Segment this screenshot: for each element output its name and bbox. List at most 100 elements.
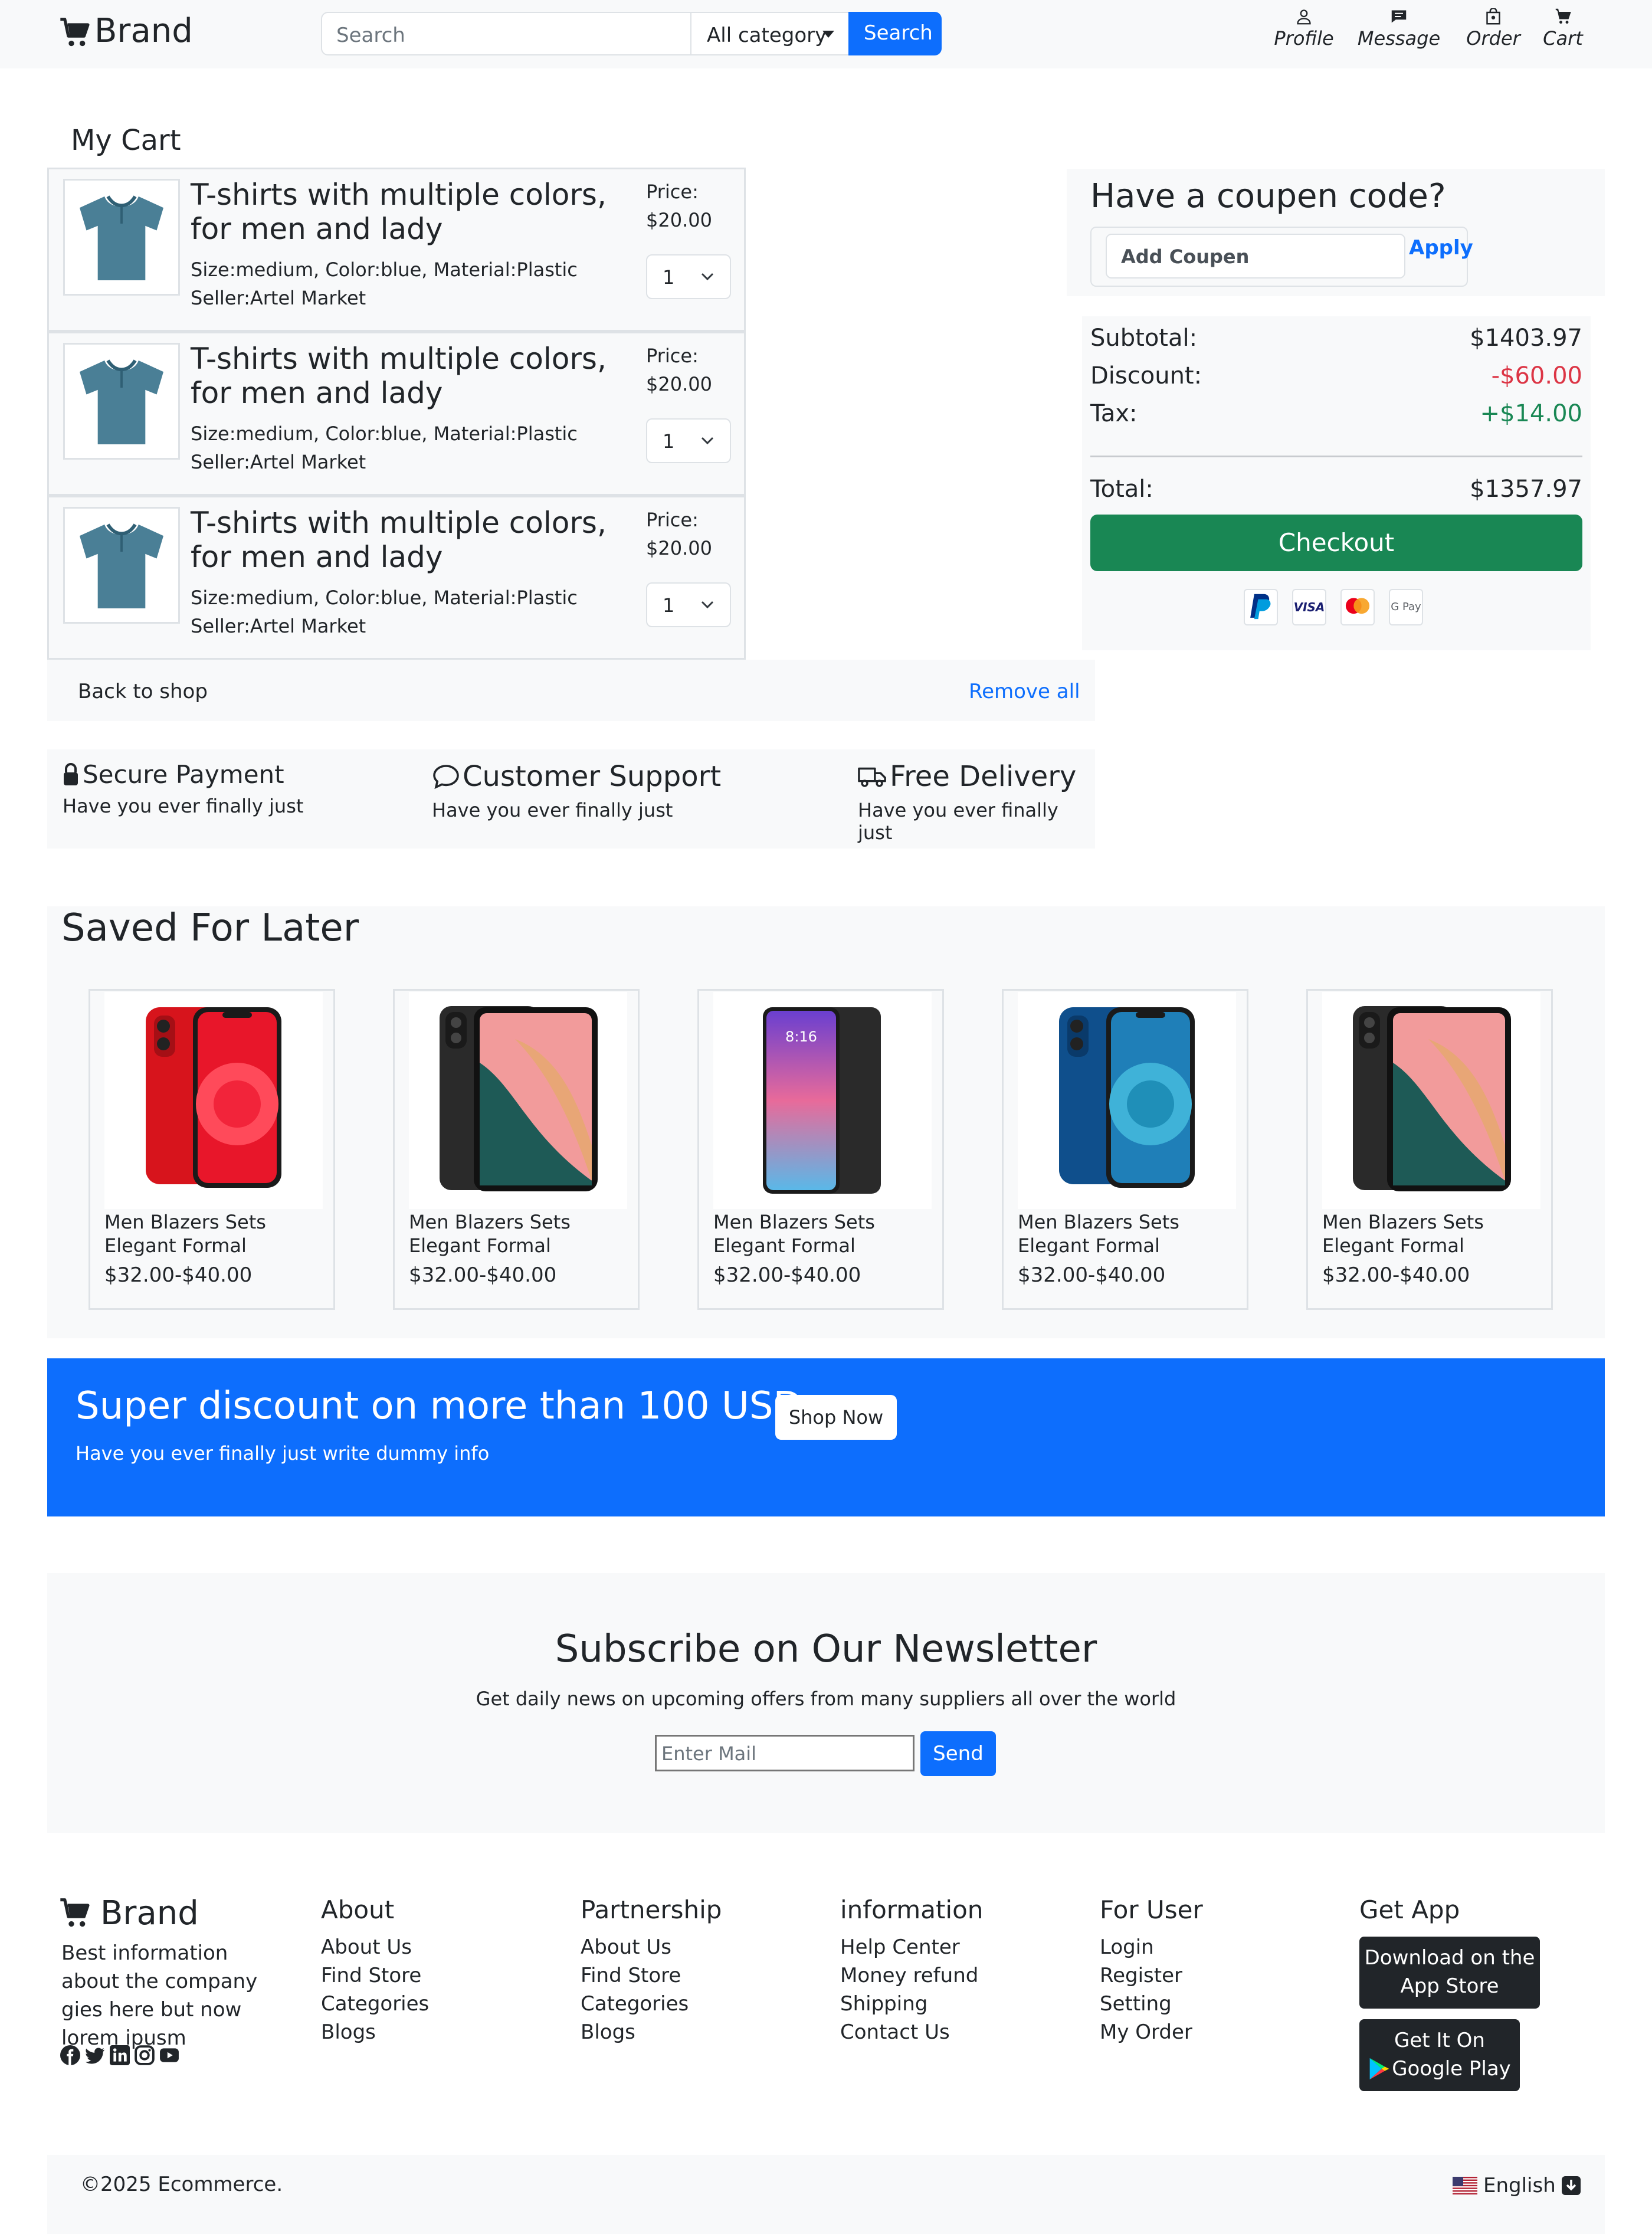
tax-row: Tax: +$14.00 [1090, 400, 1582, 427]
nav-order[interactable]: Order [1461, 8, 1526, 61]
tablet-image [409, 992, 627, 1209]
quantity-select[interactable]: 1 [646, 582, 731, 627]
back-to-shop-link[interactable]: Back to shop [78, 680, 208, 703]
footer-link[interactable]: Register [1100, 1961, 1192, 1990]
linkedin-icon[interactable] [110, 2045, 130, 2065]
coupon-heading: Have a coupen code? [1090, 177, 1446, 215]
us-flag-icon [1453, 2177, 1477, 2194]
footer-link[interactable]: Money refund [840, 1961, 978, 1990]
coupon-placeholder: Add Coupen [1121, 245, 1250, 268]
banner-title: Super discount on more than 100 USD [76, 1384, 802, 1428]
app-store-line2: App Store [1400, 1974, 1499, 1998]
item-price: Price: $20.00 [646, 506, 712, 562]
product-card[interactable]: Men Blazers Sets Elegant Formal $32.00-$… [393, 989, 640, 1310]
item-price: Price: $20.00 [646, 178, 712, 234]
copyright: ©2025 Ecommerce. [80, 2173, 283, 2196]
saved-heading: Saved For Later [61, 906, 359, 950]
cart-item: T-shirts with multiple colors, for men a… [47, 332, 746, 496]
item-title[interactable]: T-shirts with multiple colors, for men a… [191, 506, 615, 574]
remove-all-link[interactable]: Remove all [969, 680, 1080, 703]
search-button[interactable]: Search [848, 12, 942, 55]
product-card[interactable]: Men Blazers Sets Elegant Formal $32.00-$… [1306, 989, 1553, 1310]
product-name: Men Blazers Sets Elegant Formal [104, 1211, 266, 1257]
category-select[interactable]: All category [690, 12, 850, 55]
footer-link[interactable]: Setting [1100, 1990, 1192, 2018]
footer-link[interactable]: About Us [581, 1933, 689, 1961]
apply-coupon-button[interactable]: Apply [1409, 236, 1473, 260]
bag-icon [1486, 8, 1500, 25]
message-icon [1391, 10, 1407, 23]
google-play-button[interactable]: Get It On Google Play [1359, 2019, 1520, 2091]
nav-profile[interactable]: Profile [1268, 8, 1339, 61]
quantity-select[interactable]: 1 [646, 254, 731, 299]
item-meta: Size:medium, Color:blue, Material:Plasti… [191, 420, 578, 476]
footer-link[interactable]: Login [1100, 1933, 1192, 1961]
footer-link[interactable]: Find Store [581, 1961, 689, 1990]
footer-link[interactable]: Categories [321, 1990, 429, 2018]
google-play-line1: Get It On [1394, 2029, 1485, 2052]
total-label: Total: [1090, 476, 1153, 503]
coupon-input[interactable]: Add Coupen [1106, 234, 1405, 279]
instagram-icon[interactable] [135, 2045, 155, 2065]
banner-subtitle: Have you ever finally just write dummy i… [76, 1442, 490, 1465]
chevron-down-icon [701, 601, 714, 609]
feature-customer-support: Customer Support Have you ever finally j… [432, 760, 721, 821]
footer-link[interactable]: Contact Us [840, 2018, 978, 2046]
footer-link[interactable]: Blogs [321, 2018, 429, 2046]
language-selector[interactable]: English [1453, 2174, 1581, 2197]
coupon-panel: Have a coupen code? Add Coupen Apply [1067, 169, 1605, 296]
discount-row: Discount: -$60.00 [1090, 362, 1582, 389]
footer-link[interactable]: Help Center [840, 1933, 978, 1961]
saved-for-later-section: Saved For Later Men Blazers Sets Elegant… [47, 906, 1605, 1338]
product-price: $32.00-$40.00 [104, 1263, 253, 1287]
app-store-line1: Download on the [1364, 1946, 1535, 1970]
subtotal-value: $1403.97 [1470, 325, 1582, 352]
nav-cart[interactable]: Cart [1536, 8, 1589, 61]
nav-cart-label: Cart [1543, 27, 1583, 50]
search-button-label: Search [864, 21, 933, 45]
order-summary: Subtotal: $1403.97 Discount: -$60.00 Tax… [1082, 316, 1591, 650]
product-card[interactable]: Men Blazers Sets Elegant Formal $32.00-$… [1002, 989, 1248, 1310]
footer-link[interactable]: Shipping [840, 1990, 978, 2018]
footer-link[interactable]: Find Store [321, 1961, 429, 1990]
chevron-down-icon [701, 273, 714, 281]
total-value: $1357.97 [1470, 476, 1582, 503]
quantity-value: 1 [663, 594, 675, 617]
footer-link[interactable]: About Us [321, 1933, 429, 1961]
tshirt-image [63, 507, 180, 624]
brand-logo[interactable] [59, 17, 92, 50]
product-card[interactable]: 8:16 Men Blazers Sets Elegant Formal $32… [697, 989, 944, 1310]
twitter-icon[interactable] [85, 2045, 105, 2065]
newsletter-email-input[interactable]: Enter Mail [655, 1735, 914, 1771]
item-title[interactable]: T-shirts with multiple colors, for men a… [191, 178, 615, 246]
brand-name[interactable]: Brand [94, 12, 193, 50]
footer-col-about: About Us Find Store Categories Blogs [321, 1933, 429, 2046]
product-card[interactable]: Men Blazers Sets Elegant Formal $32.00-$… [88, 989, 335, 1310]
tshirt-image [63, 343, 180, 460]
footer-link[interactable]: Blogs [581, 2018, 689, 2046]
item-seller: Seller:Artel Market [191, 287, 366, 309]
quantity-select[interactable]: 1 [646, 418, 731, 463]
feature-free-delivery: Free Delivery Have you ever finally just [858, 760, 1095, 844]
item-price-label: Price: [646, 181, 699, 203]
app-store-button[interactable]: Download on the App Store [1359, 1937, 1540, 2009]
nav-message[interactable]: Message [1355, 8, 1443, 61]
checkout-button[interactable]: Checkout [1090, 515, 1582, 571]
search-input[interactable]: Search [321, 12, 691, 55]
quantity-value: 1 [663, 266, 675, 289]
product-price: $32.00-$40.00 [713, 1263, 861, 1287]
footer-brand[interactable]: Brand [59, 1894, 199, 1932]
phone-screen-time: 8:16 [785, 1028, 817, 1045]
facebook-icon[interactable] [60, 2045, 80, 2065]
newsletter-send-button[interactable]: Send [920, 1731, 996, 1776]
footer-col-heading: About [321, 1895, 395, 1924]
youtube-icon[interactable] [159, 2045, 179, 2065]
feature-title: Secure Payment [83, 760, 284, 789]
shop-now-button[interactable]: Shop Now [775, 1395, 897, 1440]
product-price: $32.00-$40.00 [1322, 1263, 1470, 1287]
tablet-image [1322, 992, 1540, 1209]
footer-link[interactable]: Categories [581, 1990, 689, 2018]
newsletter-section: Subscribe on Our Newsletter Get daily ne… [47, 1573, 1605, 1833]
footer-link[interactable]: My Order [1100, 2018, 1192, 2046]
item-title[interactable]: T-shirts with multiple colors, for men a… [191, 342, 615, 410]
